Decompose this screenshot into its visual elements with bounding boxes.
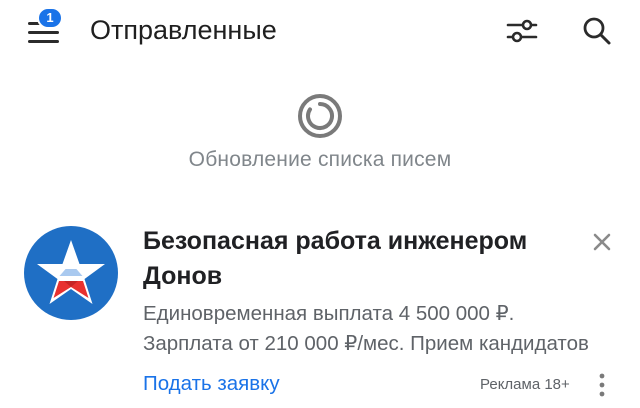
filter-sliders-icon: [506, 19, 538, 43]
menu-icon-line: [28, 40, 59, 43]
refresh-spinner-icon: [298, 94, 342, 138]
menu-button[interactable]: 1: [20, 7, 66, 50]
search-button[interactable]: [580, 14, 614, 48]
ad-close-button[interactable]: [590, 230, 614, 254]
more-vertical-icon: [599, 373, 605, 397]
ad-description: Единовременная выплата 4 500 000 ₽. Зарп…: [143, 299, 613, 359]
top-app-bar: 1 Отправленные: [0, 0, 640, 64]
ad-avatar[interactable]: [24, 226, 118, 320]
ad-age-label: Реклама 18+: [480, 376, 570, 393]
menu-icon-line: [28, 31, 59, 34]
ad-description-line: Единовременная выплата 4 500 000 ₽.: [143, 302, 515, 325]
search-icon: [583, 17, 611, 45]
ad-title[interactable]: Безопасная работа инженером Донов: [143, 224, 583, 294]
ad-card[interactable]: Безопасная работа инженером Донов Единов…: [0, 212, 640, 408]
close-icon: [593, 233, 611, 251]
ad-more-button[interactable]: [592, 372, 612, 398]
star-logo-icon: [24, 226, 118, 320]
apply-link[interactable]: Подать заявку: [143, 370, 280, 398]
refresh-status-text: Обновление списка писем: [188, 148, 452, 171]
page-title: Отправленные: [90, 15, 277, 45]
refresh-indicator: Обновление списка писем: [0, 92, 640, 172]
ad-description-line: Зарплата от 210 000 ₽/мес. Прием кандида…: [143, 332, 589, 355]
filter-button[interactable]: [505, 14, 539, 48]
unread-count-badge: 1: [37, 7, 63, 29]
